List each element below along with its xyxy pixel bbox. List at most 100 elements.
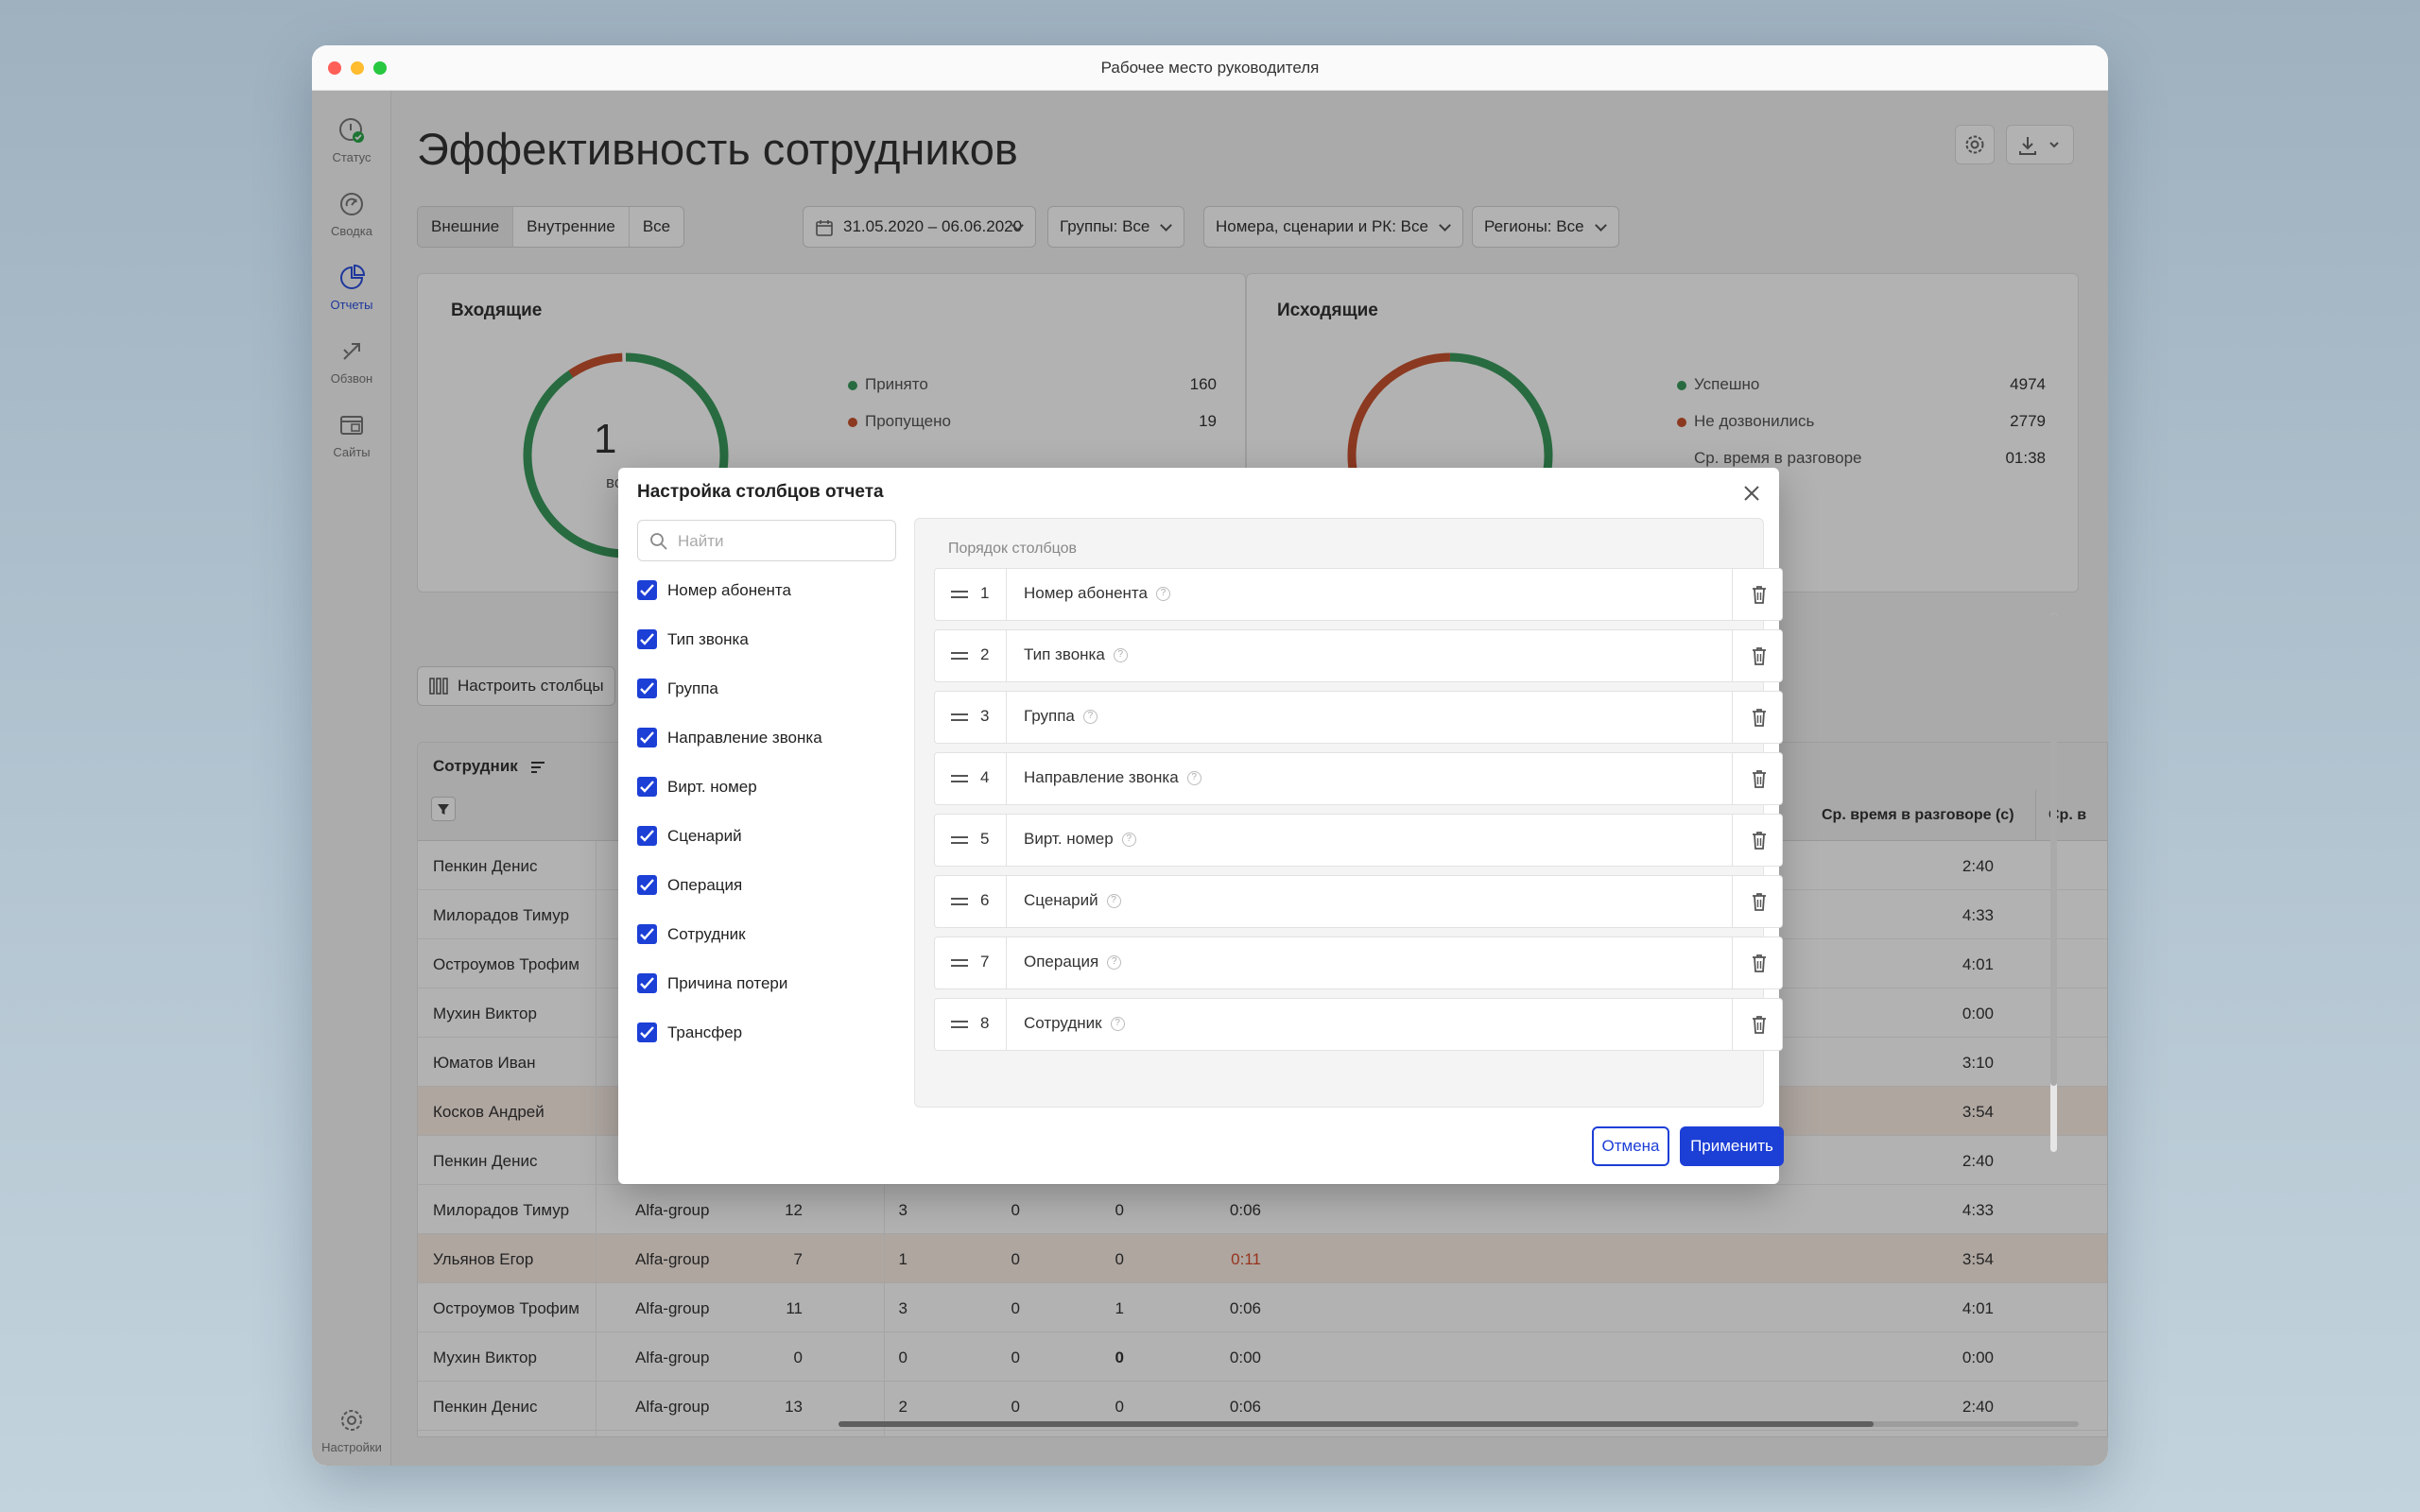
modal-title: Настройка столбцов отчета: [637, 482, 884, 502]
column-order-number: 5: [980, 830, 990, 848]
column-order-number: 8: [980, 1014, 990, 1032]
column-order-number: 1: [980, 584, 990, 602]
help-icon[interactable]: ?: [1186, 771, 1201, 786]
checkmark-icon: [640, 781, 654, 793]
checkbox-checked[interactable]: [637, 580, 657, 600]
column-order-name: Вирт. номер: [1024, 830, 1114, 848]
drag-handle-icon[interactable]: [951, 956, 968, 970]
column-order-name-wrap: Операция?: [1024, 953, 1122, 971]
window-title: Рабочее место руководителя: [1100, 59, 1320, 77]
maximize-window-button[interactable]: [373, 61, 387, 75]
column-settings-modal: Настройка столбцов отчета Найти Номер аб…: [618, 468, 2057, 1184]
drag-handle-icon[interactable]: [951, 1018, 968, 1031]
column-search-input[interactable]: Найти: [637, 520, 896, 561]
checkmark-icon: [640, 633, 654, 645]
checkbox-checked[interactable]: [637, 875, 657, 895]
row-divider: [1732, 569, 1733, 620]
drag-handle-icon[interactable]: [951, 895, 968, 908]
scrollbar-thumb[interactable]: [2050, 613, 2057, 1086]
trash-icon[interactable]: [1750, 767, 1769, 790]
checkbox-checked[interactable]: [637, 826, 657, 846]
checkbox-checked[interactable]: [637, 973, 657, 993]
modal-backdrop-side: [312, 91, 391, 1466]
column-order-row[interactable]: 8 Сотрудник?: [934, 998, 1783, 1051]
cancel-button[interactable]: Отмена: [1592, 1126, 1669, 1166]
drag-handle-icon[interactable]: [951, 649, 968, 662]
checkbox-checked[interactable]: [637, 924, 657, 944]
checkbox-label: Сотрудник: [667, 925, 746, 943]
help-icon[interactable]: ?: [1106, 894, 1121, 909]
close-window-button[interactable]: [328, 61, 341, 75]
column-order-number: 4: [980, 768, 990, 786]
column-order-name-wrap: Сценарий?: [1024, 891, 1121, 910]
row-divider: [1006, 753, 1007, 804]
checkbox-checked[interactable]: [637, 629, 657, 649]
drag-handle-icon[interactable]: [951, 772, 968, 785]
help-icon[interactable]: ?: [1121, 833, 1136, 848]
checkbox-checked[interactable]: [637, 679, 657, 698]
row-divider: [1006, 815, 1007, 866]
app-body: Статус Сводка Отчеты Обзвон Сайты Настро…: [312, 91, 2108, 1466]
trash-icon[interactable]: [1750, 583, 1769, 606]
column-order-name-wrap: Номер абонента?: [1024, 584, 1170, 603]
checkmark-icon: [640, 830, 654, 842]
minimize-window-button[interactable]: [351, 61, 364, 75]
drag-handle-icon[interactable]: [951, 588, 968, 601]
help-icon[interactable]: ?: [1155, 587, 1170, 602]
trash-icon[interactable]: [1750, 644, 1769, 667]
checkbox-checked[interactable]: [637, 728, 657, 747]
search-icon: [650, 533, 667, 550]
column-order-row[interactable]: 7 Операция?: [934, 936, 1783, 989]
drag-handle-icon[interactable]: [951, 833, 968, 847]
help-icon[interactable]: ?: [1082, 710, 1098, 725]
column-order-number: 3: [980, 707, 990, 725]
column-order-name-wrap: Направление звонка?: [1024, 768, 1201, 787]
column-order-name-wrap: Вирт. номер?: [1024, 830, 1136, 849]
trash-icon[interactable]: [1750, 890, 1769, 913]
checkbox-checked[interactable]: [637, 777, 657, 797]
checkmark-icon: [640, 584, 654, 596]
help-icon[interactable]: ?: [1113, 648, 1128, 663]
row-divider: [1732, 937, 1733, 988]
column-order-row[interactable]: 6 Сценарий?: [934, 875, 1783, 928]
column-order-row[interactable]: 2 Тип звонка?: [934, 629, 1783, 682]
checkbox-label: Группа: [667, 679, 718, 697]
checkbox-label: Тип звонка: [667, 630, 749, 648]
checkmark-icon: [640, 731, 654, 744]
checkbox-label: Вирт. номер: [667, 778, 757, 796]
column-order-row[interactable]: 1 Номер абонента?: [934, 568, 1783, 621]
trash-icon[interactable]: [1750, 706, 1769, 729]
column-order-name: Операция: [1024, 953, 1099, 971]
column-order-name: Тип звонка: [1024, 645, 1105, 663]
row-divider: [1006, 999, 1007, 1050]
column-order-name-wrap: Сотрудник?: [1024, 1014, 1125, 1033]
trash-icon[interactable]: [1750, 952, 1769, 974]
checkbox-label: Трансфер: [667, 1023, 743, 1041]
checkbox-label: Сценарий: [667, 827, 742, 845]
checkmark-icon: [640, 928, 654, 940]
order-scrollbar[interactable]: [2050, 613, 2057, 1152]
column-order-number: 7: [980, 953, 990, 971]
row-divider: [1732, 815, 1733, 866]
row-divider: [1006, 692, 1007, 743]
help-icon[interactable]: ?: [1107, 955, 1122, 971]
checkbox-checked[interactable]: [637, 1022, 657, 1042]
close-icon: [1744, 486, 1759, 501]
column-order-number: 2: [980, 645, 990, 663]
help-icon[interactable]: ?: [1110, 1017, 1125, 1032]
trash-icon[interactable]: [1750, 829, 1769, 851]
column-order-row[interactable]: 3 Группа?: [934, 691, 1783, 744]
checkbox-label: Направление звонка: [667, 729, 822, 747]
column-order-name-wrap: Тип звонка?: [1024, 645, 1128, 664]
checkbox-label: Операция: [667, 876, 743, 894]
drag-handle-icon[interactable]: [951, 711, 968, 724]
trash-icon[interactable]: [1750, 1013, 1769, 1036]
order-title: Порядок столбцов: [948, 541, 1078, 557]
column-order-row[interactable]: 5 Вирт. номер?: [934, 814, 1783, 867]
column-order-panel: Порядок столбцов 1 Номер абонента? 2 Тип зв…: [914, 518, 2057, 1152]
apply-button[interactable]: Применить: [1680, 1126, 1784, 1166]
close-button[interactable]: [1739, 481, 1764, 506]
search-placeholder: Найти: [678, 532, 724, 550]
checkmark-icon: [640, 682, 654, 695]
column-order-row[interactable]: 4 Направление звонка?: [934, 752, 1783, 805]
